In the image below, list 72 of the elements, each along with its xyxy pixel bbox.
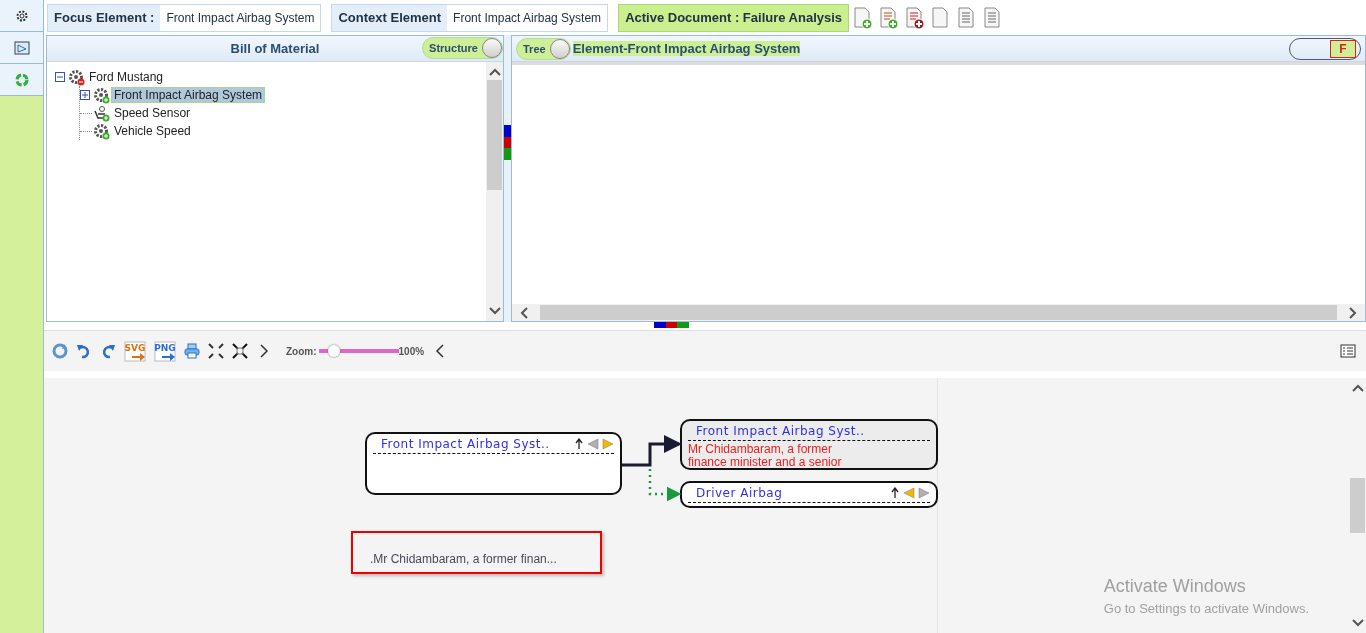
connector-arrow — [622, 435, 682, 467]
refresh-icon — [52, 343, 68, 359]
up-arrow-icon — [890, 486, 900, 499]
expand-icon[interactable] — [80, 90, 90, 100]
node-title: Driver Airbag — [696, 485, 784, 500]
tree-item[interactable]: Speed Sensor — [111, 105, 194, 121]
toolbar-button[interactable] — [232, 343, 248, 359]
undo-icon — [76, 343, 92, 359]
zoom-label: Zoom: — [286, 345, 317, 357]
add-document-icon — [853, 6, 874, 29]
activation-title: Activate Windows — [1103, 576, 1247, 597]
toolbar-button[interactable] — [905, 6, 926, 29]
export-button[interactable]: PNG — [154, 340, 176, 362]
sensor-icon — [93, 104, 110, 122]
node-title: Front Impact Airbag Syst.. — [381, 436, 551, 451]
scrollbar-thumb[interactable] — [1350, 478, 1365, 533]
add-list-icon — [879, 6, 900, 29]
fit-screen-icon — [208, 343, 224, 359]
scroll-down-icon — [1351, 619, 1364, 627]
up-arrow-icon — [574, 437, 584, 450]
scroll-left-icon — [520, 306, 528, 319]
right-triangle-icon[interactable] — [602, 437, 614, 450]
diagram-node[interactable]: Front Impact Airbag Syst.. — [365, 432, 622, 495]
scroll-up-icon — [488, 68, 501, 76]
scroll-up-icon — [1351, 384, 1364, 392]
list-icon — [1340, 344, 1356, 358]
panel-title: Bill of Material — [230, 41, 320, 56]
context-element-field[interactable]: Context Element Front Impact Airbag System — [331, 3, 609, 32]
right-triangle-icon[interactable] — [918, 486, 930, 499]
gear-icon — [93, 86, 110, 104]
node-title: Front Impact Airbag Syst.. — [696, 423, 866, 438]
redo-icon — [100, 343, 116, 359]
element-title: Element-Front Impact Airbag System — [572, 41, 801, 56]
field-label: Focus Element : — [48, 4, 161, 31]
left-triangle-icon[interactable] — [587, 437, 599, 450]
activation-text: Go to Settings to activate Windows. — [1103, 601, 1309, 616]
scrollbar-thumb[interactable] — [487, 80, 502, 190]
active-document-label: Active Document : Failure Analysis — [618, 3, 850, 32]
field-label: Context Element — [332, 4, 448, 31]
left-triangle-icon[interactable] — [903, 486, 915, 499]
node-description: Mr Chidambaram, a former finance minister and a senior — [687, 441, 843, 471]
tree-item[interactable]: Ford Mustang — [86, 69, 167, 85]
remove-list-icon — [905, 6, 926, 29]
scrollbar-thumb[interactable] — [540, 305, 1337, 320]
scroll-down-icon — [488, 307, 501, 315]
scroll-right-icon — [1349, 306, 1357, 319]
connector-arrow — [648, 469, 682, 502]
sidebar-tab[interactable] — [0, 32, 43, 64]
tree-item[interactable]: Vehicle Speed — [111, 123, 194, 139]
note-box[interactable]: .Mr Chidambaram, a former finan... — [351, 531, 602, 574]
gear-icon — [93, 122, 110, 140]
splitter-handle[interactable] — [654, 322, 689, 328]
splitter-handle[interactable] — [504, 125, 511, 160]
fullscreen-icon — [232, 343, 248, 359]
settings-icon — [14, 8, 29, 23]
diagram-node[interactable]: Driver Airbag — [680, 481, 938, 508]
zoom-value: 100% — [398, 345, 425, 357]
diagram-node[interactable]: Front Impact Airbag Syst.. Mr Chidambaram, a former finance minister and a senior — [680, 419, 938, 470]
settings-button[interactable] — [0, 0, 43, 32]
toolbar-button[interactable] — [208, 343, 224, 359]
toggle-switch[interactable]: Tree — [516, 37, 571, 60]
monitor-icon — [13, 40, 30, 55]
toggle-switch[interactable]: Structure — [422, 37, 503, 59]
printer-icon — [184, 343, 200, 359]
focus-element-field[interactable]: Focus Element : Front Impact Airbag System — [47, 3, 322, 32]
sidebar-tab[interactable] — [0, 64, 43, 96]
tree-item[interactable]: Front Impact Airbag System — [111, 87, 266, 103]
field-value: Front Impact Airbag System — [165, 10, 316, 25]
field-value: Front Impact Airbag System — [452, 10, 603, 25]
legend-button[interactable] — [1340, 344, 1356, 358]
gear-icon — [68, 68, 85, 86]
collapse-icon[interactable] — [55, 72, 65, 82]
